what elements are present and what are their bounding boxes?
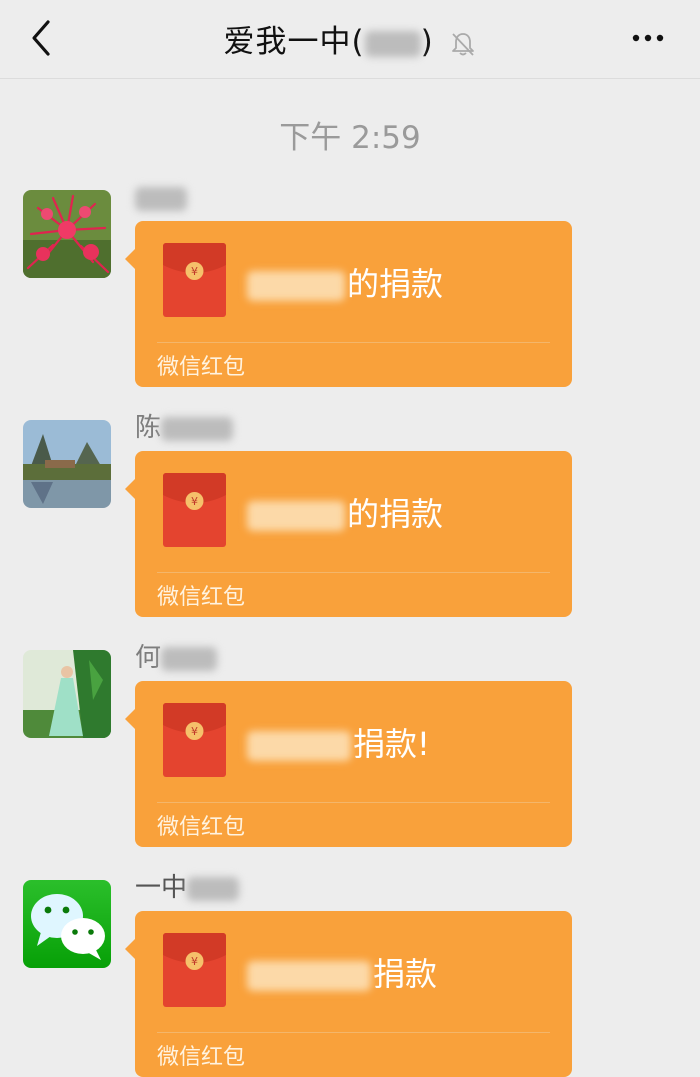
portrait-avatar-image bbox=[23, 650, 111, 738]
navigation-bar: 爱我一中() bbox=[0, 0, 700, 79]
packet-divider bbox=[157, 572, 550, 573]
redacted-remark bbox=[247, 501, 345, 531]
sender-name: 一中 bbox=[135, 871, 240, 905]
packet-footer-label: 微信红包 bbox=[157, 585, 246, 610]
sender-name bbox=[135, 181, 187, 215]
packet-divider bbox=[157, 1032, 550, 1033]
red-packet-card[interactable]: ¥ 捐款 微信红包 bbox=[125, 911, 572, 1077]
red-envelope-icon: ¥ bbox=[163, 473, 226, 547]
packet-footer-label: 微信红包 bbox=[157, 815, 246, 840]
avatar[interactable] bbox=[23, 650, 111, 738]
avatar[interactable] bbox=[23, 420, 111, 508]
avatar[interactable] bbox=[23, 880, 111, 968]
packet-divider bbox=[157, 802, 550, 803]
redacted-sender-name bbox=[161, 416, 234, 441]
chat-title-suffix: ) bbox=[420, 24, 434, 60]
packet-divider bbox=[157, 342, 550, 343]
avatar[interactable] bbox=[23, 190, 111, 278]
packet-footer-label: 微信红包 bbox=[157, 355, 246, 380]
landscape-avatar-image bbox=[23, 420, 111, 508]
envelope-yen-symbol: ¥ bbox=[191, 725, 198, 738]
red-packet-card[interactable]: ¥ 的捐款 微信红包 bbox=[125, 221, 572, 387]
red-packet-card[interactable]: ¥ 捐款! 微信红包 bbox=[125, 681, 572, 847]
redacted-member-count bbox=[364, 30, 421, 57]
red-envelope-icon: ¥ bbox=[163, 703, 226, 777]
chat-title: 爱我一中( bbox=[223, 24, 365, 60]
redacted-sender-name bbox=[187, 876, 240, 901]
envelope-yen-symbol: ¥ bbox=[191, 495, 198, 508]
flower-avatar-image bbox=[23, 190, 111, 278]
redacted-sender-name bbox=[135, 186, 187, 211]
packet-remark: 捐款! bbox=[247, 719, 430, 765]
envelope-yen-symbol: ¥ bbox=[191, 955, 198, 968]
envelope-yen-symbol: ¥ bbox=[191, 265, 198, 278]
chat-title-group: 爱我一中() bbox=[0, 16, 700, 61]
packet-footer-label: 微信红包 bbox=[157, 1045, 246, 1070]
sender-name: 何 bbox=[135, 641, 218, 675]
sender-name: 陈 bbox=[135, 411, 234, 445]
redacted-sender-name bbox=[161, 646, 218, 671]
message-timestamp: 下午 2:59 bbox=[279, 120, 421, 156]
wechat-logo-avatar-image bbox=[23, 880, 111, 968]
redacted-remark bbox=[247, 961, 371, 991]
packet-remark: 的捐款 bbox=[247, 259, 443, 305]
redacted-remark bbox=[247, 731, 351, 761]
ellipsis-icon bbox=[632, 34, 664, 42]
red-envelope-icon: ¥ bbox=[163, 933, 226, 1007]
packet-remark: 捐款 bbox=[247, 949, 437, 995]
packet-remark: 的捐款 bbox=[247, 489, 443, 535]
red-packet-card[interactable]: ¥ 的捐款 微信红包 bbox=[125, 451, 572, 617]
more-options-button[interactable] bbox=[630, 26, 670, 50]
redacted-remark bbox=[247, 271, 345, 301]
red-envelope-icon: ¥ bbox=[163, 243, 226, 317]
bell-off-icon bbox=[451, 32, 474, 56]
